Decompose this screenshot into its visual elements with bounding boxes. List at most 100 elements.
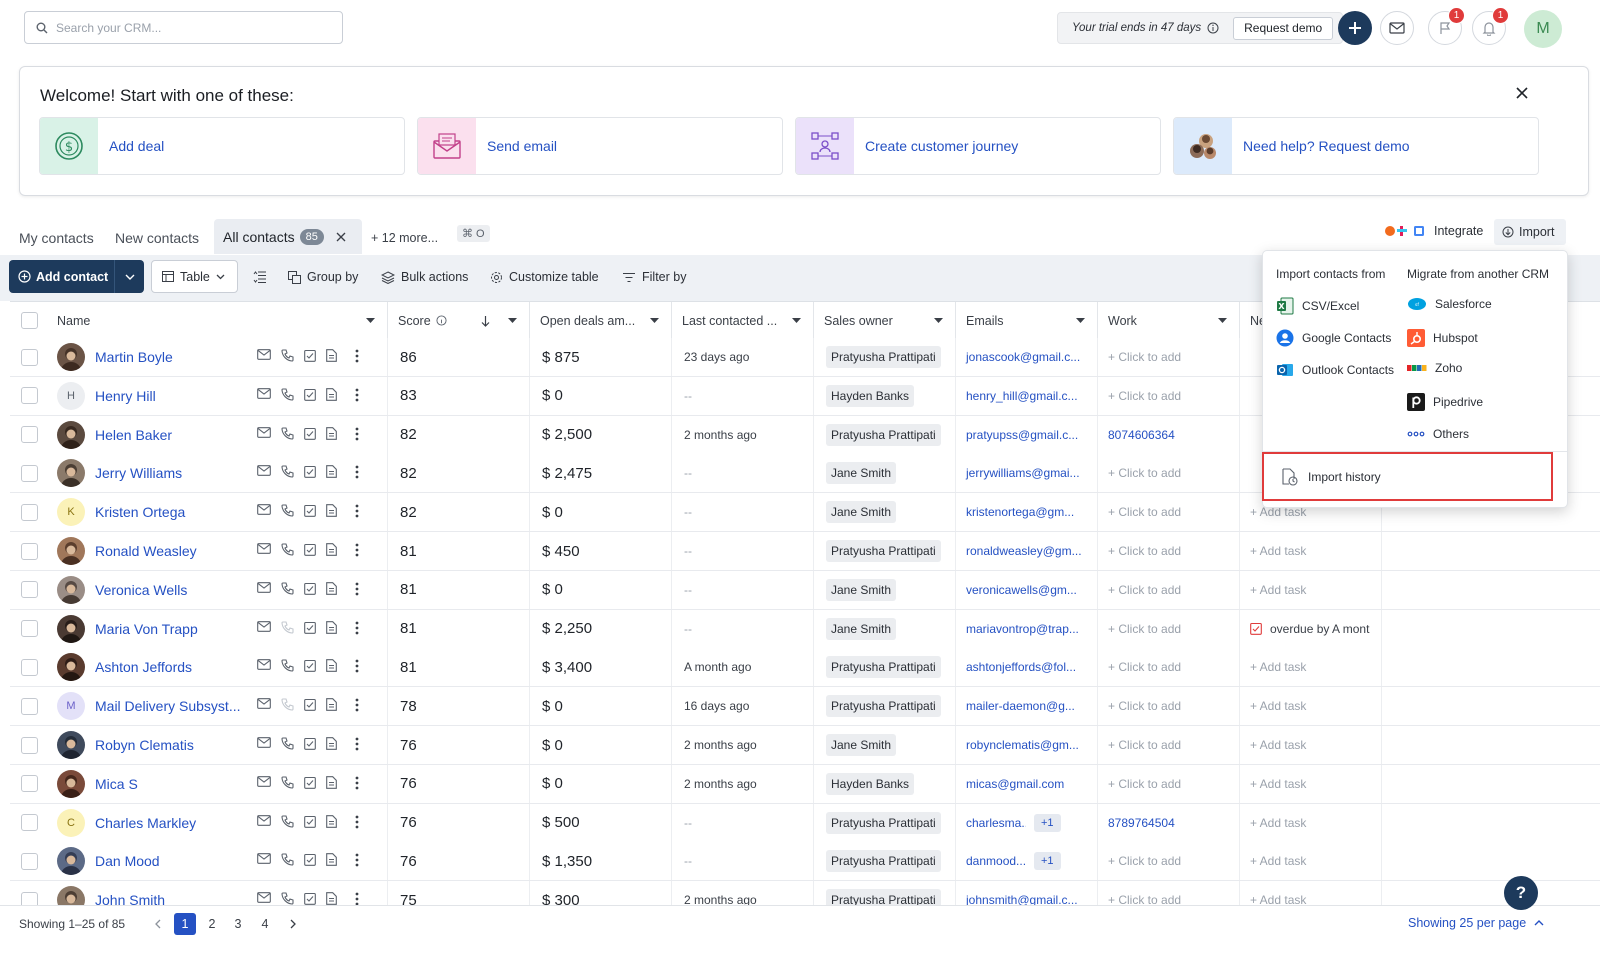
note-icon[interactable] xyxy=(326,737,337,751)
table-row[interactable]: C Charles Markley 76 $ 500 -- Pratyusha … xyxy=(10,803,1600,843)
note-icon[interactable] xyxy=(326,853,337,867)
row-checkbox[interactable] xyxy=(10,687,47,725)
select-all-checkbox[interactable] xyxy=(10,302,47,339)
contact-name-link[interactable]: Kristen Ortega xyxy=(95,504,245,520)
more-options-icon[interactable] xyxy=(355,388,359,402)
mail-icon[interactable] xyxy=(257,737,271,751)
mail-icon[interactable] xyxy=(257,853,271,867)
sales-owner-chip[interactable]: Pratyusha Prattipati xyxy=(826,423,941,446)
contact-name-link[interactable]: Helen Baker xyxy=(95,427,245,443)
row-checkbox[interactable] xyxy=(10,493,47,531)
phone-icon[interactable] xyxy=(281,504,294,518)
chevron-down-icon[interactable] xyxy=(114,260,144,293)
add-task-link[interactable]: + Add task xyxy=(1240,816,1306,830)
mail-icon[interactable] xyxy=(257,465,271,479)
row-checkbox[interactable] xyxy=(10,377,47,415)
caret-down-icon[interactable] xyxy=(650,318,659,323)
phone-icon[interactable] xyxy=(281,659,294,673)
import-google-option[interactable]: Google Contacts xyxy=(1276,329,1391,347)
create-button[interactable] xyxy=(1338,11,1372,45)
bulk-actions-button[interactable]: Bulk actions xyxy=(381,266,468,288)
note-icon[interactable] xyxy=(326,387,337,402)
row-checkbox[interactable] xyxy=(10,804,47,842)
phone-icon[interactable] xyxy=(281,543,294,557)
info-icon[interactable] xyxy=(1207,22,1219,34)
row-checkbox[interactable] xyxy=(10,338,47,376)
table-row[interactable]: Robyn Clematis 76 $ 0 2 months ago Jane … xyxy=(10,726,1600,765)
more-emails-badge[interactable]: +1 xyxy=(1034,852,1061,871)
task-icon[interactable] xyxy=(304,349,316,363)
more-tabs-button[interactable]: + 12 more... xyxy=(371,222,438,254)
click-to-add-link[interactable]: + Click to add xyxy=(1098,777,1181,791)
column-last-contacted[interactable]: Last contacted ... xyxy=(672,302,814,339)
email-link[interactable]: mailer-daemon@g... xyxy=(956,699,1075,713)
click-to-add-link[interactable]: + Click to add xyxy=(1098,583,1181,597)
phone-icon[interactable] xyxy=(281,737,294,751)
customer-journey-card[interactable]: Create customer journey xyxy=(795,117,1161,175)
deals-alert-button[interactable]: 1 xyxy=(1428,7,1465,45)
mail-button[interactable] xyxy=(1380,11,1414,45)
contact-name-link[interactable]: Mica S xyxy=(95,776,245,792)
contact-name-link[interactable]: Maria Von Trapp xyxy=(95,621,245,637)
task-icon[interactable] xyxy=(304,698,316,712)
caret-down-icon[interactable] xyxy=(1218,318,1227,323)
row-checkbox[interactable] xyxy=(10,842,47,880)
row-density-button[interactable] xyxy=(253,266,267,288)
task-icon[interactable] xyxy=(304,582,316,596)
contact-name-link[interactable]: Charles Markley xyxy=(95,815,245,831)
sales-owner-chip[interactable]: Hayden Banks xyxy=(826,772,915,795)
email-link[interactable]: ashtonjeffords@fol... xyxy=(956,660,1076,674)
more-options-icon[interactable] xyxy=(355,853,359,867)
table-row[interactable]: Maria Von Trapp 81 $ 2,250 -- Jane Smith… xyxy=(10,609,1600,649)
table-row[interactable]: Veronica Wells 81 $ 0 -- Jane Smith vero… xyxy=(10,570,1600,610)
import-outlook-option[interactable]: Outlook Contacts xyxy=(1276,361,1394,379)
note-icon[interactable] xyxy=(326,581,337,596)
sales-owner-chip[interactable]: Pratyusha Prattipati xyxy=(826,695,941,718)
more-options-icon[interactable] xyxy=(355,659,359,673)
contact-name-link[interactable]: Martin Boyle xyxy=(95,349,245,365)
add-task-link[interactable]: + Add task xyxy=(1240,583,1306,597)
page-2-button[interactable]: 2 xyxy=(201,913,223,935)
click-to-add-link[interactable]: + Click to add xyxy=(1098,699,1181,713)
prev-page-icon[interactable] xyxy=(146,913,168,935)
per-page-select[interactable]: Showing 25 per page xyxy=(1408,916,1544,930)
column-name[interactable]: Name xyxy=(47,302,388,339)
contact-name-link[interactable]: Veronica Wells xyxy=(95,582,245,598)
next-page-icon[interactable] xyxy=(282,913,304,935)
task-icon[interactable] xyxy=(304,427,316,441)
column-open-deals[interactable]: Open deals am... xyxy=(530,302,672,339)
contact-name-link[interactable]: Robyn Clematis xyxy=(95,737,245,753)
migrate-others-option[interactable]: Others xyxy=(1407,425,1469,443)
note-icon[interactable] xyxy=(326,698,337,712)
email-link[interactable]: micas@gmail.com xyxy=(956,777,1064,791)
add-task-link[interactable]: + Add task xyxy=(1240,699,1306,713)
mail-icon[interactable] xyxy=(257,581,271,596)
more-options-icon[interactable] xyxy=(355,815,359,829)
integrate-button[interactable]: Integrate xyxy=(1384,224,1483,238)
tab-all-contacts[interactable]: All contacts 85 xyxy=(214,219,362,254)
email-link[interactable]: mariavontrop@trap... xyxy=(956,622,1079,636)
note-icon[interactable] xyxy=(326,659,337,673)
add-contact-button[interactable]: Add contact xyxy=(9,260,144,293)
add-task-link[interactable]: + Add task xyxy=(1240,777,1306,791)
sales-owner-chip[interactable]: Jane Smith xyxy=(826,462,897,485)
caret-down-icon[interactable] xyxy=(1076,318,1085,323)
click-to-add-link[interactable]: + Click to add xyxy=(1098,389,1181,403)
email-link[interactable]: jonascook@gmail.c... xyxy=(956,350,1080,364)
note-icon[interactable] xyxy=(326,426,337,441)
tab-new-contacts[interactable]: New contacts xyxy=(115,222,199,254)
task-icon[interactable] xyxy=(304,388,316,402)
mail-icon[interactable] xyxy=(257,504,271,518)
contact-name-link[interactable]: Dan Mood xyxy=(95,853,245,869)
task-icon[interactable] xyxy=(304,776,316,790)
add-task-link[interactable]: + Add task xyxy=(1240,738,1306,752)
click-to-add-link[interactable]: + Click to add xyxy=(1098,854,1181,868)
column-emails[interactable]: Emails xyxy=(956,302,1098,339)
work-phone[interactable]: 8789764504 xyxy=(1098,816,1175,830)
more-options-icon[interactable] xyxy=(355,427,359,441)
task-icon[interactable] xyxy=(304,504,316,518)
phone-icon[interactable] xyxy=(281,582,294,596)
note-icon[interactable] xyxy=(326,465,337,479)
close-icon[interactable] xyxy=(1515,86,1529,100)
close-tab-icon[interactable] xyxy=(336,232,346,242)
